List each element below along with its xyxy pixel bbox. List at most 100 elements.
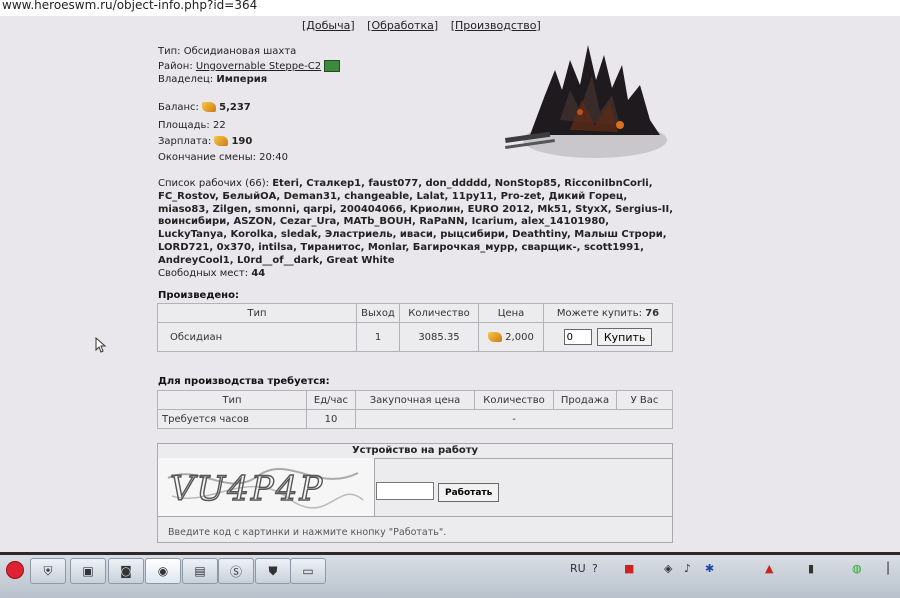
- tab-obrabotka-label[interactable]: Обработка: [371, 19, 433, 32]
- cell-output: 1: [356, 322, 400, 352]
- windows-taskbar: ⛨ ▣ ◙ ◉ ▤ Ⓢ ⛊ ▭ RU ? ■ ◈ ♪ ✱ ▲ ▮ ◍ ▕: [0, 555, 900, 598]
- col-header-output: Выход: [356, 303, 400, 323]
- produced-table: Тип Выход Количество Цена Можете купить:…: [157, 303, 673, 352]
- col-header-type: Тип: [157, 303, 357, 323]
- object-tabs: [Добыча] [Обработка] [Производство]: [302, 19, 550, 32]
- cell-quantity: 3085.35: [399, 322, 479, 352]
- taskbar-app-folder-icon[interactable]: ▭: [290, 558, 326, 584]
- obsidian-mine-image: [505, 45, 667, 158]
- gold-icon: [202, 102, 217, 112]
- area-line: Площадь: 22: [158, 120, 226, 131]
- address-bar[interactable]: www.heroeswm.ru/object-info.php?id=364: [0, 0, 900, 16]
- taskbar-app-camera-icon[interactable]: ◙: [108, 558, 144, 584]
- browser-viewport: www.heroeswm.ru/object-info.php?id=364 […: [0, 0, 900, 552]
- taskbar-app-chrome-icon[interactable]: ◉: [145, 558, 181, 584]
- shift-end-label: Окончание смены:: [158, 152, 256, 163]
- can-buy-label: Можете купить:: [556, 307, 643, 319]
- req-col-sale: Продажа: [553, 390, 617, 410]
- req-cell-per-hour: 10: [306, 409, 356, 429]
- col-header-can-buy: Можете купить: 76: [543, 303, 673, 323]
- volume-icon[interactable]: ♪: [684, 562, 691, 575]
- show-desktop-icon[interactable]: ▕: [880, 562, 888, 575]
- mouse-cursor-icon: [95, 337, 107, 353]
- tab-proizvodstvo-label[interactable]: Производство: [455, 19, 536, 32]
- tray-app-icon[interactable]: ■: [624, 562, 634, 575]
- work-button[interactable]: Работать: [438, 483, 500, 502]
- requirements-title: Для производства требуется:: [158, 376, 330, 387]
- captcha-instructions: Введите код с картинки и нажмите кнопку …: [168, 527, 447, 538]
- requirements-table: Тип Ед/час Закупочная цена Количество Пр…: [157, 390, 673, 429]
- district-label: Район:: [158, 61, 193, 72]
- taskbar-app-box-icon[interactable]: ▣: [70, 558, 106, 584]
- job-panel-title: Устройство на работу: [158, 444, 672, 459]
- district-line: Район: Ungovernable Steppe-C2: [158, 60, 341, 72]
- taskbar-app-doc-icon[interactable]: ▤: [182, 558, 218, 584]
- captcha-image: VU4P4P: [167, 468, 364, 510]
- shift-end-value: 20:40: [259, 152, 288, 163]
- price-value: 2,000: [505, 331, 534, 343]
- req-col-type: Тип: [157, 390, 307, 410]
- req-col-quantity: Количество: [474, 390, 554, 410]
- owner-label: Владелец:: [158, 74, 214, 85]
- gold-icon: [214, 136, 229, 146]
- buy-quantity-input[interactable]: [563, 329, 592, 345]
- taskbar-app-shield-icon[interactable]: ⛊: [255, 558, 291, 584]
- table-row: Обсидиан 1 3085.35 2,000 Купить: [157, 322, 673, 352]
- job-application-panel: Устройство на работу VU4P4P Работать Вве…: [157, 443, 673, 543]
- shift-end-line: Окончание смены: 20:40: [158, 152, 288, 163]
- produced-title: Произведено:: [158, 290, 239, 301]
- req-cell-rest: -: [355, 409, 673, 429]
- cell-price: 2,000: [478, 322, 544, 352]
- workers-names: Eteri, Сталкер1, faust077, don_ddddd, No…: [158, 178, 674, 266]
- req-cell-type: Требуется часов: [157, 409, 307, 429]
- captcha-code-input[interactable]: [376, 482, 434, 500]
- salary-label: Зарплата:: [158, 136, 212, 147]
- language-indicator[interactable]: RU: [570, 562, 586, 575]
- workers-label: Список рабочих (66):: [158, 178, 270, 189]
- balance-line: Баланс: 5,237: [158, 102, 251, 113]
- area-label: Площадь:: [158, 120, 210, 131]
- start-button-icon[interactable]: [6, 561, 24, 579]
- tab-proizvodstvo[interactable]: [Производство]: [451, 19, 541, 32]
- can-buy-value: 76: [645, 307, 660, 319]
- col-header-price: Цена: [478, 303, 544, 323]
- help-icon[interactable]: ?: [592, 562, 598, 575]
- bluetooth-icon[interactable]: ✱: [705, 562, 714, 575]
- map-icon[interactable]: [324, 60, 341, 72]
- owner-value: Империя: [216, 74, 268, 85]
- type-label: Тип:: [158, 46, 181, 57]
- salary-value: 190: [231, 136, 253, 147]
- balance-value: 5,237: [219, 102, 251, 113]
- captcha-form: Работать: [374, 458, 672, 517]
- cell-type: Обсидиан: [157, 322, 357, 352]
- free-places-value: 44: [251, 267, 266, 279]
- col-header-quantity: Количество: [399, 303, 479, 323]
- balance-label: Баланс:: [158, 102, 199, 113]
- district-link[interactable]: Ungovernable Steppe-C2: [196, 61, 321, 72]
- adobe-icon[interactable]: ▲: [765, 562, 773, 575]
- req-col-purchase-price: Закупочная цена: [355, 390, 475, 410]
- owner-line: Владелец: Империя: [158, 74, 267, 85]
- salary-line: Зарплата: 190: [158, 136, 252, 147]
- taskbar-app-skype-icon[interactable]: Ⓢ: [218, 558, 254, 584]
- tab-obrabotka[interactable]: [Обработка]: [367, 19, 438, 32]
- tab-dobycha[interactable]: [Добыча]: [302, 19, 355, 32]
- captcha-text: VU4P4P: [170, 469, 324, 509]
- captcha-cell: VU4P4P: [158, 458, 375, 517]
- req-col-per-hour: Ед/час: [306, 390, 356, 410]
- torrent-icon[interactable]: ◍: [852, 562, 862, 575]
- gold-icon: [488, 331, 503, 342]
- taskbar-app-tank-icon[interactable]: ⛨: [30, 558, 66, 584]
- type-line: Тип: Обсидиановая шахта: [158, 46, 296, 57]
- workers-list: Список рабочих (66): Eteri, Сталкер1, fa…: [158, 178, 678, 280]
- free-places-label: Свободных мест:: [158, 267, 249, 279]
- buy-button[interactable]: Купить: [596, 328, 653, 346]
- tray-shield-icon[interactable]: ◈: [664, 562, 672, 575]
- area-value: 22: [212, 120, 226, 131]
- cell-buy: Купить: [543, 322, 673, 352]
- tab-dobycha-label[interactable]: Добыча: [306, 19, 350, 32]
- req-col-you-have: У Вас: [616, 390, 673, 410]
- type-value: Обсидиановая шахта: [183, 46, 297, 57]
- network-icon[interactable]: ▮: [808, 562, 814, 575]
- table-row: Требуется часов 10 -: [157, 409, 673, 429]
